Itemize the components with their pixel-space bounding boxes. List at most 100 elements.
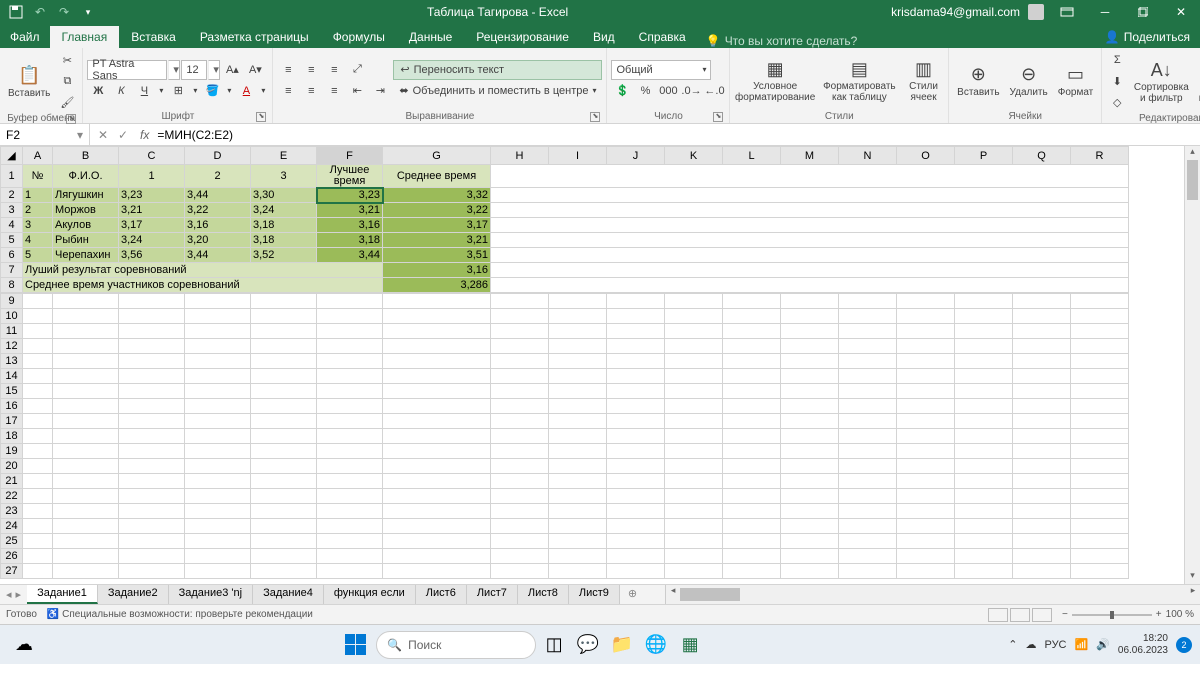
cell[interactable] [1013, 534, 1071, 549]
cell[interactable] [723, 489, 781, 504]
cell[interactable] [185, 534, 251, 549]
cell[interactable] [53, 534, 119, 549]
cell[interactable] [53, 459, 119, 474]
cell[interactable] [897, 459, 955, 474]
cell[interactable]: 3,16 [383, 263, 491, 278]
cell[interactable]: 3 [23, 218, 53, 233]
cell[interactable] [897, 384, 955, 399]
cell[interactable] [1013, 504, 1071, 519]
delete-cells-button[interactable]: ⊖Удалить [1006, 61, 1052, 100]
cell[interactable] [317, 399, 383, 414]
cell[interactable]: 3,17 [383, 218, 491, 233]
sheet-tab[interactable]: Задание2 [98, 585, 169, 604]
row-header[interactable]: 5 [1, 233, 23, 248]
cell[interactable] [607, 414, 665, 429]
share-button[interactable]: 👤Поделиться [1095, 26, 1200, 48]
cell[interactable] [955, 294, 1013, 309]
tab-review[interactable]: Рецензирование [464, 26, 581, 48]
cell[interactable] [491, 263, 1129, 278]
scroll-left-icon[interactable]: ◂ [666, 585, 680, 604]
col-header[interactable]: R [1071, 147, 1129, 165]
sheet-nav-prev-icon[interactable]: ◂ [6, 588, 12, 601]
cell[interactable] [119, 564, 185, 579]
cell[interactable] [119, 549, 185, 564]
cell[interactable] [665, 324, 723, 339]
cell[interactable] [955, 369, 1013, 384]
cell[interactable]: 3,16 [185, 218, 251, 233]
col-header[interactable]: O [897, 147, 955, 165]
cell[interactable] [665, 384, 723, 399]
cell[interactable] [955, 489, 1013, 504]
cell[interactable] [665, 369, 723, 384]
cell[interactable] [549, 294, 607, 309]
cell[interactable]: 3,44 [185, 188, 251, 203]
cell[interactable] [317, 444, 383, 459]
cell[interactable] [723, 534, 781, 549]
indent-inc-icon[interactable]: ⇥ [369, 81, 391, 101]
cell[interactable] [723, 519, 781, 534]
cell[interactable] [781, 504, 839, 519]
cell[interactable] [491, 549, 549, 564]
cell[interactable] [317, 414, 383, 429]
cell[interactable] [1071, 549, 1129, 564]
cell[interactable] [251, 384, 317, 399]
cell[interactable] [607, 354, 665, 369]
cell[interactable] [665, 414, 723, 429]
tab-help[interactable]: Справка [627, 26, 698, 48]
cell[interactable] [607, 369, 665, 384]
col-header[interactable]: B [53, 147, 119, 165]
cell[interactable] [491, 339, 549, 354]
align-right-icon[interactable]: ≡ [323, 81, 345, 101]
cell[interactable] [955, 384, 1013, 399]
font-size-select[interactable]: 12 [181, 60, 207, 80]
clipboard-dialog-icon[interactable]: ⬊ [66, 114, 76, 124]
comma-icon[interactable]: 000 [657, 81, 679, 101]
cell[interactable] [549, 504, 607, 519]
cell[interactable] [119, 414, 185, 429]
wrap-text-button[interactable]: ↩Переносить текст [393, 60, 602, 80]
align-center-icon[interactable]: ≡ [300, 81, 322, 101]
cell[interactable] [839, 459, 897, 474]
row-header[interactable]: 17 [1, 414, 23, 429]
enter-formula-icon[interactable]: ✓ [114, 128, 132, 142]
cell[interactable]: 3,32 [383, 188, 491, 203]
cell[interactable] [491, 203, 1129, 218]
cell[interactable] [53, 414, 119, 429]
cell[interactable] [897, 399, 955, 414]
cell[interactable]: Лягушкин [53, 188, 119, 203]
cell[interactable] [839, 534, 897, 549]
formula-input[interactable]: =МИН(C2:E2) [153, 128, 1200, 142]
cell[interactable]: 3,286 [383, 278, 491, 293]
cell[interactable]: 2 [185, 165, 251, 188]
cell[interactable] [839, 444, 897, 459]
col-header[interactable]: A [23, 147, 53, 165]
cell[interactable] [23, 369, 53, 384]
sheet-tab[interactable]: Лист9 [569, 585, 620, 604]
cell[interactable] [383, 354, 491, 369]
row-header[interactable]: 26 [1, 549, 23, 564]
cell[interactable] [839, 309, 897, 324]
cell[interactable] [781, 489, 839, 504]
conditional-format-button[interactable]: ▦Условное форматирование [734, 55, 815, 105]
cell[interactable] [1013, 444, 1071, 459]
borders-dd-icon[interactable]: ▾ [190, 81, 200, 101]
cell[interactable] [119, 504, 185, 519]
cell[interactable] [119, 444, 185, 459]
align-middle-icon[interactable]: ≡ [300, 60, 322, 80]
cell[interactable] [491, 369, 549, 384]
cell[interactable] [491, 354, 549, 369]
cell[interactable] [383, 564, 491, 579]
horizontal-scrollbar[interactable]: ◂ ▸ [665, 585, 1200, 604]
cell[interactable] [251, 294, 317, 309]
cell[interactable] [23, 459, 53, 474]
cell[interactable] [491, 165, 1129, 188]
cell[interactable] [383, 459, 491, 474]
align-bottom-icon[interactable]: ≡ [323, 60, 345, 80]
cell[interactable] [53, 354, 119, 369]
cell[interactable] [185, 354, 251, 369]
cell[interactable] [23, 339, 53, 354]
cell[interactable] [781, 339, 839, 354]
cell[interactable] [897, 339, 955, 354]
cell[interactable] [53, 369, 119, 384]
row-header[interactable]: 22 [1, 489, 23, 504]
